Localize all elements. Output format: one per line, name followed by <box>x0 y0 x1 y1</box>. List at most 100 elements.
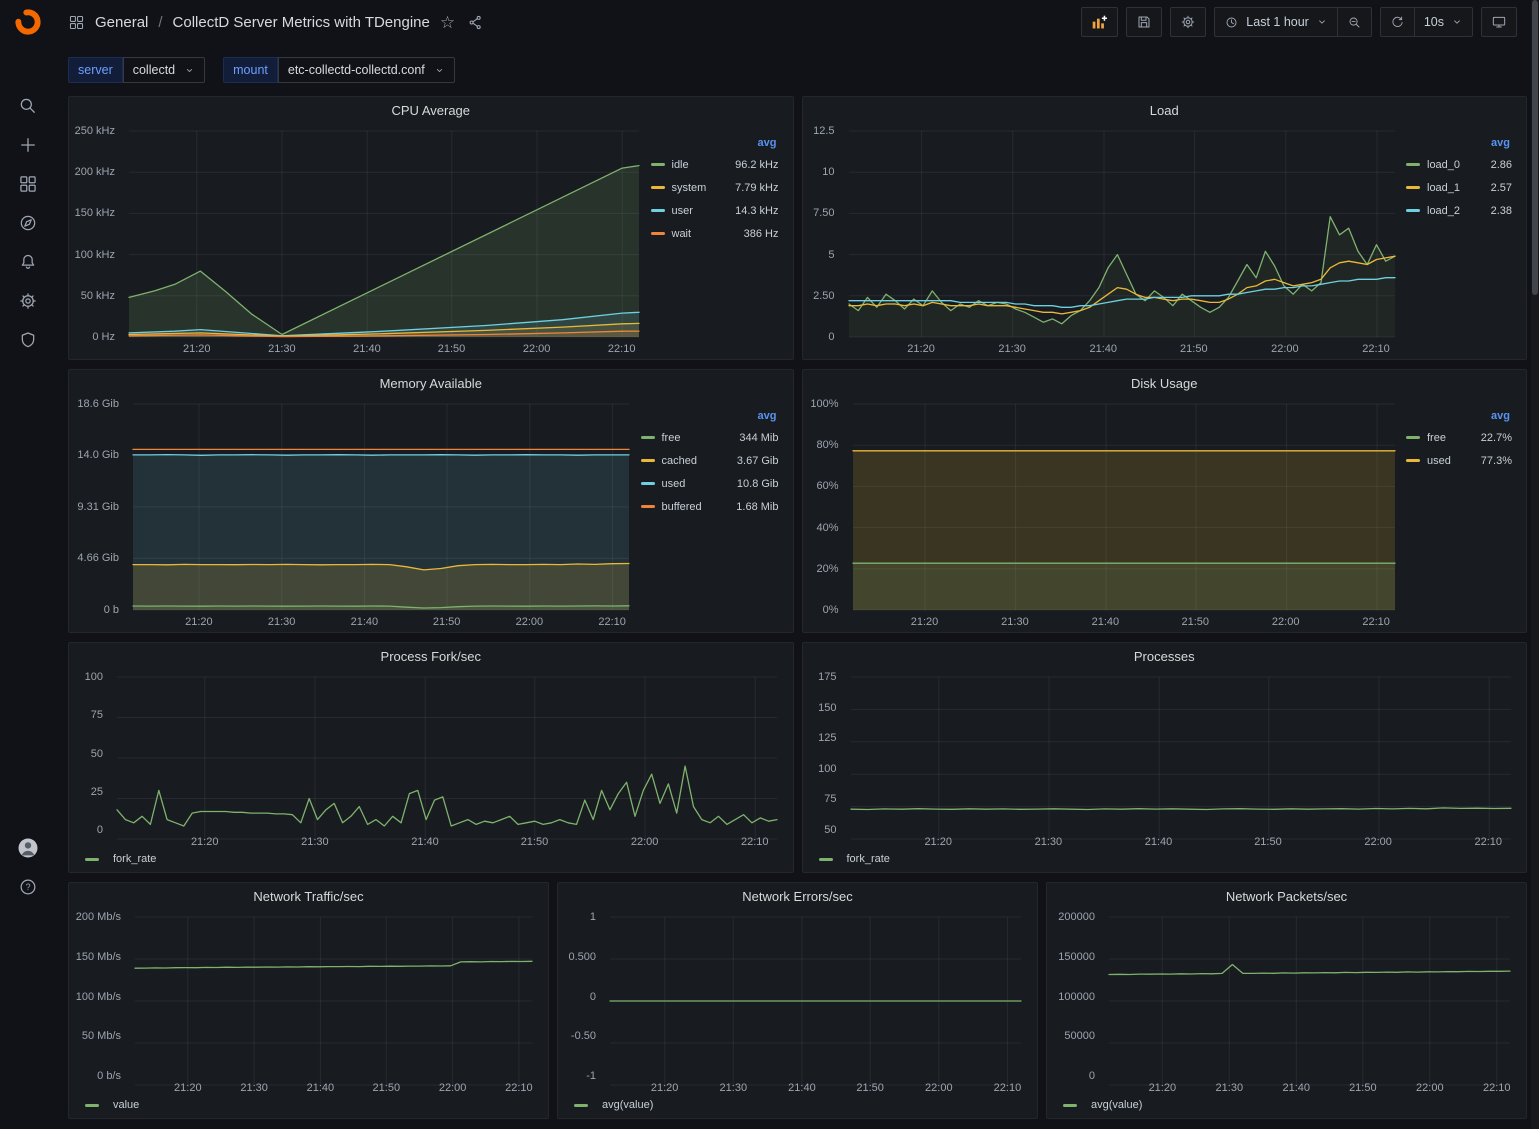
chart-area[interactable]: 507510012515017521:2021:3021:4021:5022:0… <box>809 669 1521 850</box>
plot-region[interactable] <box>117 677 777 830</box>
y-axis-label: 75 <box>824 793 836 805</box>
legend-item[interactable]: load_02.86 <box>1406 153 1512 176</box>
chart-area[interactable]: 025507510021:2021:3021:4021:5022:0022:10 <box>75 669 787 850</box>
panel-title[interactable]: Memory Available <box>69 370 793 396</box>
y-axis-label: 150 Mb/s <box>76 951 121 963</box>
plot-region[interactable] <box>853 404 1395 610</box>
legend-item[interactable]: fork_rate <box>803 852 1527 872</box>
legend-series-name: free <box>662 432 681 444</box>
legend-item[interactable]: cached3.67 Gib <box>641 449 779 472</box>
x-axis-label: 21:30 <box>301 836 329 848</box>
variable-mount-value[interactable]: etc-collectd-collectd.conf <box>278 57 455 83</box>
x-axis-label: 22:10 <box>598 616 626 628</box>
plot-region[interactable] <box>610 917 1021 1076</box>
legend-item[interactable]: used77.3% <box>1406 449 1512 472</box>
chart-area[interactable]: -1-0.5000.500121:2021:3021:4021:5022:002… <box>564 909 1031 1096</box>
plot-region[interactable] <box>851 677 1511 830</box>
dashboard-settings-button[interactable] <box>1170 7 1206 37</box>
chart-area[interactable]: 02.5057.501012.521:2021:3021:4021:5022:0… <box>809 123 1405 357</box>
chart-area[interactable]: 0 Hz50 kHz100 kHz150 kHz200 kHz250 kHz21… <box>75 123 649 357</box>
y-axis-label: 0 b/s <box>97 1070 121 1082</box>
legend-item[interactable]: buffered1.68 Mib <box>641 495 779 518</box>
save-dashboard-button[interactable] <box>1126 7 1162 37</box>
time-range-button[interactable]: Last 1 hour <box>1214 7 1338 37</box>
plot-region[interactable] <box>135 917 532 1076</box>
variable-mount[interactable]: mount etc-collectd-collectd.conf <box>223 57 455 83</box>
legend: avgload_02.86load_12.57load_22.38 <box>1404 123 1520 357</box>
legend-series-value: 344 Mib <box>739 432 778 444</box>
zoom-out-button[interactable] <box>1338 7 1372 37</box>
chart-area[interactable]: 05000010000015000020000021:2021:3021:402… <box>1053 909 1520 1096</box>
configuration-gear-icon[interactable] <box>0 281 56 320</box>
y-axis-label: 100 Mb/s <box>76 991 121 1003</box>
x-axis-label: 21:20 <box>924 836 952 848</box>
breadcrumb-section[interactable]: General <box>95 14 148 31</box>
legend-avg-header: avg <box>1406 410 1512 422</box>
legend-item[interactable]: load_12.57 <box>1406 176 1512 199</box>
plot-region[interactable] <box>129 131 639 337</box>
legend-item[interactable]: wait386 Hz <box>651 222 779 245</box>
legend-item[interactable]: fork_rate <box>69 852 793 872</box>
y-axis-label: 100% <box>810 398 838 410</box>
variable-server-value[interactable]: collectd <box>123 57 205 83</box>
legend-item[interactable]: used10.8 Gib <box>641 472 779 495</box>
panel-network-traffic-sec: Network Traffic/sec0 b/s50 Mb/s100 Mb/s1… <box>68 882 549 1119</box>
legend-item[interactable]: avg(value) <box>558 1098 1037 1118</box>
plot-region[interactable] <box>1109 917 1510 1076</box>
panel-title[interactable]: Network Errors/sec <box>558 883 1037 909</box>
chart-area[interactable]: 0%20%40%60%80%100%21:2021:3021:4021:5022… <box>809 396 1405 630</box>
y-axis-label: 0 <box>590 991 596 1003</box>
x-axis-label: 21:50 <box>373 1082 401 1094</box>
cycle-view-mode-button[interactable] <box>1481 7 1517 37</box>
dashboard-grid-icon[interactable] <box>68 14 85 31</box>
help-icon[interactable]: ? <box>0 867 56 906</box>
panel-title[interactable]: Load <box>803 97 1527 123</box>
admin-shield-icon[interactable] <box>0 320 56 359</box>
legend-item[interactable]: load_22.38 <box>1406 199 1512 222</box>
chart-area[interactable]: 0 b4.66 Gib9.31 Gib14.0 Gib18.6 Gib21:20… <box>75 396 639 630</box>
y-axis-label: 200000 <box>1058 911 1095 923</box>
variable-server[interactable]: server collectd <box>68 57 205 83</box>
add-panel-button[interactable] <box>1081 7 1118 37</box>
scrollbar[interactable] <box>1531 0 1539 1129</box>
x-axis-label: 22:00 <box>1416 1082 1444 1094</box>
y-axis-label: 60% <box>816 480 838 492</box>
grafana-logo[interactable] <box>13 7 43 37</box>
create-plus-icon[interactable] <box>0 125 56 164</box>
share-icon[interactable] <box>467 14 484 31</box>
x-axis-label: 21:20 <box>651 1082 679 1094</box>
refresh-interval-button[interactable]: 10s <box>1415 7 1473 37</box>
x-axis: 21:2021:3021:4021:5022:0022:10 <box>1109 1080 1510 1094</box>
alerting-bell-icon[interactable] <box>0 242 56 281</box>
legend-series-swatch <box>85 1104 99 1107</box>
legend-series-value: 2.57 <box>1491 182 1512 194</box>
plot-region[interactable] <box>133 404 629 610</box>
legend-item[interactable]: value <box>69 1098 548 1118</box>
panel-title[interactable]: Network Packets/sec <box>1047 883 1526 909</box>
legend-item[interactable]: free22.7% <box>1406 426 1512 449</box>
plot-region[interactable] <box>849 131 1395 337</box>
chart-area[interactable]: 0 b/s50 Mb/s100 Mb/s150 Mb/s200 Mb/s21:2… <box>75 909 542 1096</box>
panel-title[interactable]: CPU Average <box>69 97 793 123</box>
y-axis-label: 0% <box>823 604 839 616</box>
refresh-button[interactable] <box>1380 7 1415 37</box>
legend-item[interactable]: system7.79 kHz <box>651 176 779 199</box>
x-axis-label: 21:40 <box>307 1082 335 1094</box>
legend-item[interactable]: user14.3 kHz <box>651 199 779 222</box>
panel-title[interactable]: Disk Usage <box>803 370 1527 396</box>
legend-series-name: wait <box>672 228 692 240</box>
user-avatar[interactable] <box>0 828 56 867</box>
legend-item[interactable]: idle96.2 kHz <box>651 153 779 176</box>
x-axis-label: 21:40 <box>1089 343 1117 355</box>
panel-title[interactable]: Process Fork/sec <box>69 643 793 669</box>
legend-item[interactable]: free 344 Mib <box>641 426 779 449</box>
dashboards-icon[interactable] <box>0 164 56 203</box>
legend-item[interactable]: avg(value) <box>1047 1098 1526 1118</box>
explore-compass-icon[interactable] <box>0 203 56 242</box>
panel-title[interactable]: Network Traffic/sec <box>69 883 548 909</box>
y-axis-label: 0.500 <box>568 951 596 963</box>
scrollbar-thumb[interactable] <box>1532 0 1538 295</box>
search-icon[interactable] <box>0 86 56 125</box>
panel-title[interactable]: Processes <box>803 643 1527 669</box>
star-icon[interactable]: ☆ <box>440 14 455 31</box>
